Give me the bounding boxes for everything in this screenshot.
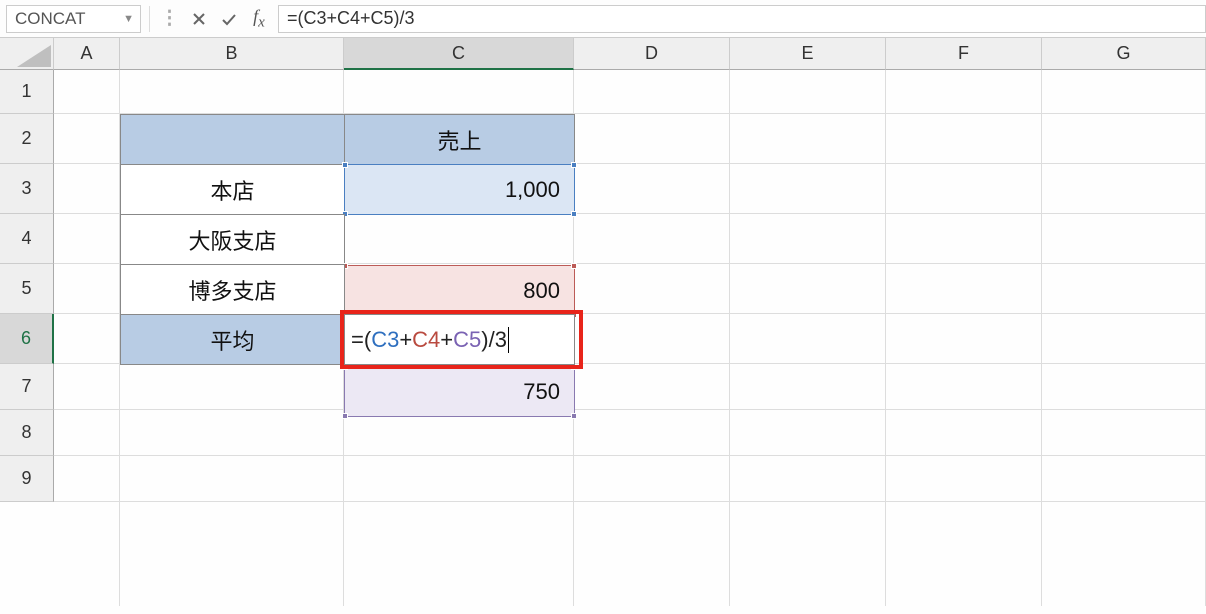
formula-token: +: [440, 327, 453, 353]
cell-C6-editing[interactable]: =(C3+C4+C5)/3: [344, 314, 575, 365]
column-header-C[interactable]: C: [344, 38, 574, 70]
formula-bar: CONCAT ▼ ⋮ fx =(C3+C4+C5)/3: [0, 0, 1206, 38]
name-box[interactable]: CONCAT ▼: [6, 5, 141, 33]
cell-C3-value: 1,000: [505, 177, 560, 203]
caret-down-icon[interactable]: ▼: [123, 13, 138, 25]
data-table: 売上 本店 1,000 大阪支店 800 博多支店 750: [120, 114, 351, 267]
divider: [149, 6, 150, 32]
column-headers: ABCDEFG: [54, 38, 1206, 70]
cell-C4[interactable]: 800: [344, 265, 575, 316]
row-headers: 123456789: [0, 70, 54, 502]
range-handle[interactable]: [571, 263, 577, 269]
cell-B5-value: 博多支店: [188, 274, 276, 306]
formula-token: /3: [489, 327, 507, 353]
enter-button[interactable]: [214, 5, 244, 33]
column-header-G[interactable]: G: [1042, 38, 1206, 70]
row-header-9[interactable]: 9: [0, 456, 54, 502]
row-header-1[interactable]: 1: [0, 70, 54, 114]
fx-icon: fx: [253, 6, 265, 32]
row-header-7[interactable]: 7: [0, 364, 54, 410]
row-header-2[interactable]: 2: [0, 114, 54, 164]
cell-C5[interactable]: 750: [344, 366, 575, 417]
column-header-E[interactable]: E: [730, 38, 886, 70]
formula-token: (: [364, 327, 371, 353]
cancel-button[interactable]: [184, 5, 214, 33]
column-header-B[interactable]: B: [120, 38, 344, 70]
cell-C5-value: 750: [523, 379, 560, 405]
cell-B6[interactable]: 平均: [120, 314, 345, 365]
cell-B3[interactable]: 本店: [120, 164, 345, 215]
column-header-D[interactable]: D: [574, 38, 730, 70]
formula-token: C3: [371, 327, 399, 353]
insert-function-button[interactable]: fx: [244, 5, 274, 33]
formula-token: ): [481, 327, 488, 353]
select-all-corner[interactable]: [0, 38, 54, 70]
cell-B3-value: 本店: [210, 174, 254, 206]
row-header-8[interactable]: 8: [0, 410, 54, 456]
cell-C2-value: 売上: [437, 124, 481, 156]
cell-B4[interactable]: 大阪支店: [120, 214, 345, 265]
name-box-value: CONCAT: [15, 9, 86, 29]
row-header-3[interactable]: 3: [0, 164, 54, 214]
cell-B4-value: 大阪支店: [188, 224, 276, 256]
formula-input[interactable]: =(C3+C4+C5)/3: [278, 5, 1206, 33]
formula-input-text: =(C3+C4+C5)/3: [287, 8, 415, 29]
x-icon: [192, 12, 206, 26]
cell-B5[interactable]: 博多支店: [120, 264, 345, 315]
range-handle[interactable]: [342, 162, 348, 168]
range-handle[interactable]: [571, 162, 577, 168]
cell-C4-value: 800: [523, 278, 560, 304]
cell-C3[interactable]: 1,000: [344, 164, 575, 215]
formula-token: +: [399, 327, 412, 353]
column-header-A[interactable]: A: [54, 38, 120, 70]
row-header-6[interactable]: 6: [0, 314, 54, 364]
formula-token: C5: [453, 327, 481, 353]
cell-B2[interactable]: [120, 114, 345, 165]
range-handle[interactable]: [571, 211, 577, 217]
row-header-4[interactable]: 4: [0, 214, 54, 264]
formula-token: =: [351, 327, 364, 353]
row-header-5[interactable]: 5: [0, 264, 54, 314]
cell-C2[interactable]: 売上: [344, 114, 575, 165]
cell-B6-value: 平均: [210, 324, 254, 356]
check-icon: [221, 12, 237, 26]
range-handle[interactable]: [342, 413, 348, 419]
drag-handle-icon: ⋮: [154, 7, 184, 30]
text-cursor: [508, 327, 509, 353]
range-handle[interactable]: [571, 413, 577, 419]
formula-token: C4: [412, 327, 440, 353]
column-header-F[interactable]: F: [886, 38, 1042, 70]
